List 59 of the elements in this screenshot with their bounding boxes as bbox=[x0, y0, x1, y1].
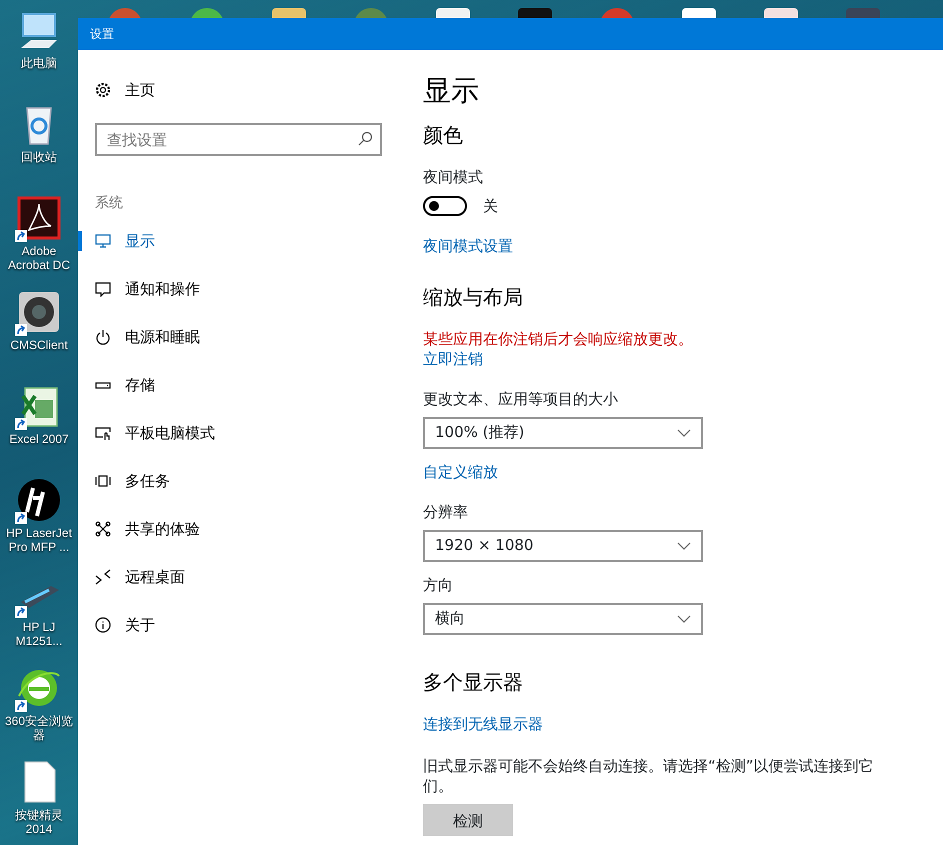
desktop-icon-label[interactable]: 此电脑 bbox=[0, 56, 78, 70]
network-nodes-icon bbox=[95, 521, 111, 537]
text-link[interactable]: 夜间模式设置 bbox=[423, 236, 513, 256]
detect-button[interactable]: 检测 bbox=[423, 804, 513, 836]
text-link[interactable]: 自定义缩放 bbox=[423, 462, 498, 482]
section-heading: 颜色 bbox=[423, 122, 464, 149]
warning-text: 某些应用在你注销后才会响应缩放更改。 bbox=[423, 328, 694, 348]
sidebar-item[interactable]: 平板电脑模式 bbox=[78, 409, 382, 457]
selection-indicator bbox=[78, 231, 82, 251]
home-link[interactable]: 主页 bbox=[125, 78, 155, 102]
section-heading: 多个显示器 bbox=[423, 668, 524, 696]
dropdown[interactable]: 100% (推荐) bbox=[423, 416, 703, 448]
search-field[interactable]: 查找设置 bbox=[95, 123, 382, 156]
chevron-down-icon bbox=[677, 614, 691, 622]
desktop-icon-label[interactable]: Excel 2007 bbox=[0, 432, 78, 446]
desktop-icon-label[interactable]: Adobe Acrobat DC bbox=[0, 244, 78, 273]
sidebar-item[interactable]: 多任务 bbox=[78, 457, 382, 505]
desktop-icon-label[interactable]: HP LJ M1251... bbox=[0, 620, 78, 649]
monitor-icon bbox=[95, 233, 111, 249]
speech-bubble-icon bbox=[95, 281, 111, 297]
windows-icon bbox=[95, 473, 111, 489]
toggle-switch[interactable] bbox=[423, 196, 467, 216]
desktop-icon-label[interactable]: HP LaserJet Pro MFP ... bbox=[0, 526, 78, 555]
section-heading: 缩放与布局 bbox=[423, 284, 524, 310]
chevron-down-icon bbox=[677, 428, 691, 436]
desktop-icon-label[interactable]: 360安全浏览器 bbox=[0, 714, 78, 743]
text-link[interactable]: 立即注销 bbox=[423, 348, 483, 368]
text-link[interactable]: 连接到无线显示器 bbox=[423, 714, 543, 734]
sidebar-item[interactable]: 存储 bbox=[78, 361, 382, 409]
section-heading: 系统 bbox=[95, 194, 124, 213]
search-icon[interactable] bbox=[357, 131, 373, 147]
desktop-icon-label[interactable]: 按键精灵 2014 bbox=[0, 808, 78, 837]
dropdown[interactable]: 1920 × 1080 bbox=[423, 530, 703, 562]
sidebar-item[interactable]: 电源和睡眠 bbox=[78, 313, 382, 361]
desktop-icon-label[interactable]: 回收站 bbox=[0, 150, 78, 164]
chevron-down-icon bbox=[677, 542, 691, 550]
field-label: 分辨率 bbox=[423, 502, 469, 522]
sidebar-item[interactable]: 共享的体验 bbox=[78, 505, 382, 553]
settings-icon bbox=[95, 82, 111, 98]
power-icon bbox=[95, 329, 111, 345]
description-text: 旧式显示器可能不会始终自动连接。请选择“检测”以便尝试连接到它们。 bbox=[423, 756, 875, 796]
field-label: 更改文本、应用等项目的大小 bbox=[423, 388, 619, 408]
info-icon bbox=[95, 617, 111, 633]
window-title: 设置 bbox=[78, 18, 943, 50]
toggle-state-label: 关 bbox=[483, 196, 498, 217]
sidebar-item[interactable]: 远程桌面 bbox=[78, 553, 382, 601]
pdf-icon[interactable] bbox=[17, 196, 61, 240]
dropdown[interactable]: 横向 bbox=[423, 602, 703, 634]
desktop-icon-label[interactable]: CMSClient bbox=[0, 338, 78, 352]
camera-icon[interactable] bbox=[17, 290, 61, 334]
field-label: 夜间模式 bbox=[423, 167, 484, 187]
sidebar-item[interactable]: 通知和操作 bbox=[78, 265, 382, 313]
logo-icon[interactable] bbox=[17, 478, 61, 522]
remote-arrows-icon bbox=[95, 569, 111, 585]
tablet-touch-icon bbox=[95, 425, 111, 441]
field-label: 方向 bbox=[423, 574, 454, 594]
page-title: 显示 bbox=[423, 74, 480, 108]
sidebar-item[interactable]: 关于 bbox=[78, 601, 382, 649]
sidebar-item[interactable]: 显示 bbox=[78, 217, 382, 265]
